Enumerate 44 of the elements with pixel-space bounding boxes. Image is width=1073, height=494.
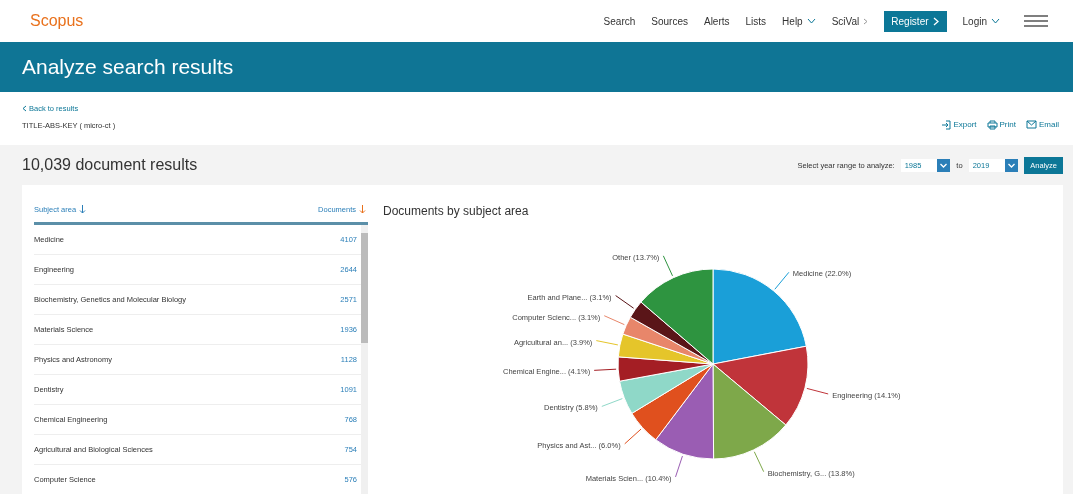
- results-count: 10,039 document results: [22, 156, 198, 174]
- nav-link[interactable]: Login: [962, 15, 1000, 27]
- leader-line: [624, 428, 642, 445]
- pie-slice[interactable]: [631, 363, 714, 441]
- leader-line: [601, 398, 623, 407]
- action-link[interactable]: Export: [941, 104, 977, 145]
- leader-line: [603, 315, 625, 326]
- sort-arrow-icon: [79, 205, 87, 214]
- chevron-right-icon: [932, 16, 940, 26]
- dropdown-icon: [1005, 158, 1019, 172]
- chevron-down-icon: [991, 18, 1000, 24]
- leader-line: [675, 455, 683, 478]
- dropdown-icon: [937, 158, 951, 172]
- leader-line: [662, 255, 674, 277]
- page-title: Analyze search results: [22, 55, 234, 79]
- leader-line: [593, 368, 617, 371]
- chevron-right-icon: [863, 17, 869, 25]
- nav-link[interactable]: Search: [603, 15, 636, 27]
- register-button[interactable]: Register: [884, 10, 947, 32]
- export-icon: [941, 119, 952, 130]
- action-link[interactable]: Email: [1026, 104, 1059, 145]
- leader-line: [806, 387, 829, 395]
- nav-link[interactable]: Lists: [745, 15, 767, 27]
- leader-line: [753, 451, 765, 473]
- pie-slice[interactable]: [640, 268, 714, 365]
- chevron-down-icon: [806, 18, 816, 24]
- chart-title: Documents by subject area: [383, 203, 530, 220]
- nav-link[interactable]: Help: [782, 15, 816, 27]
- action-link[interactable]: Print: [986, 104, 1016, 145]
- menu-icon[interactable]: [1024, 15, 1048, 27]
- leader-line: [615, 295, 635, 309]
- sort-arrow-icon: [359, 205, 366, 214]
- pie-slice[interactable]: [619, 363, 714, 414]
- nav-link[interactable]: Alerts: [703, 15, 730, 27]
- leader-line: [774, 271, 790, 290]
- nav-link[interactable]: Sources: [651, 15, 688, 27]
- chevron-left-icon: [22, 105, 27, 112]
- pie-slice[interactable]: [655, 363, 715, 460]
- envelope-icon: [1026, 120, 1037, 129]
- nav-link[interactable]: SciVal: [831, 15, 869, 27]
- scopus-logo[interactable]: Scopus: [30, 12, 84, 30]
- printer-icon: [986, 119, 998, 130]
- leader-line: [595, 340, 619, 346]
- scrollbar[interactable]: [361, 225, 368, 494]
